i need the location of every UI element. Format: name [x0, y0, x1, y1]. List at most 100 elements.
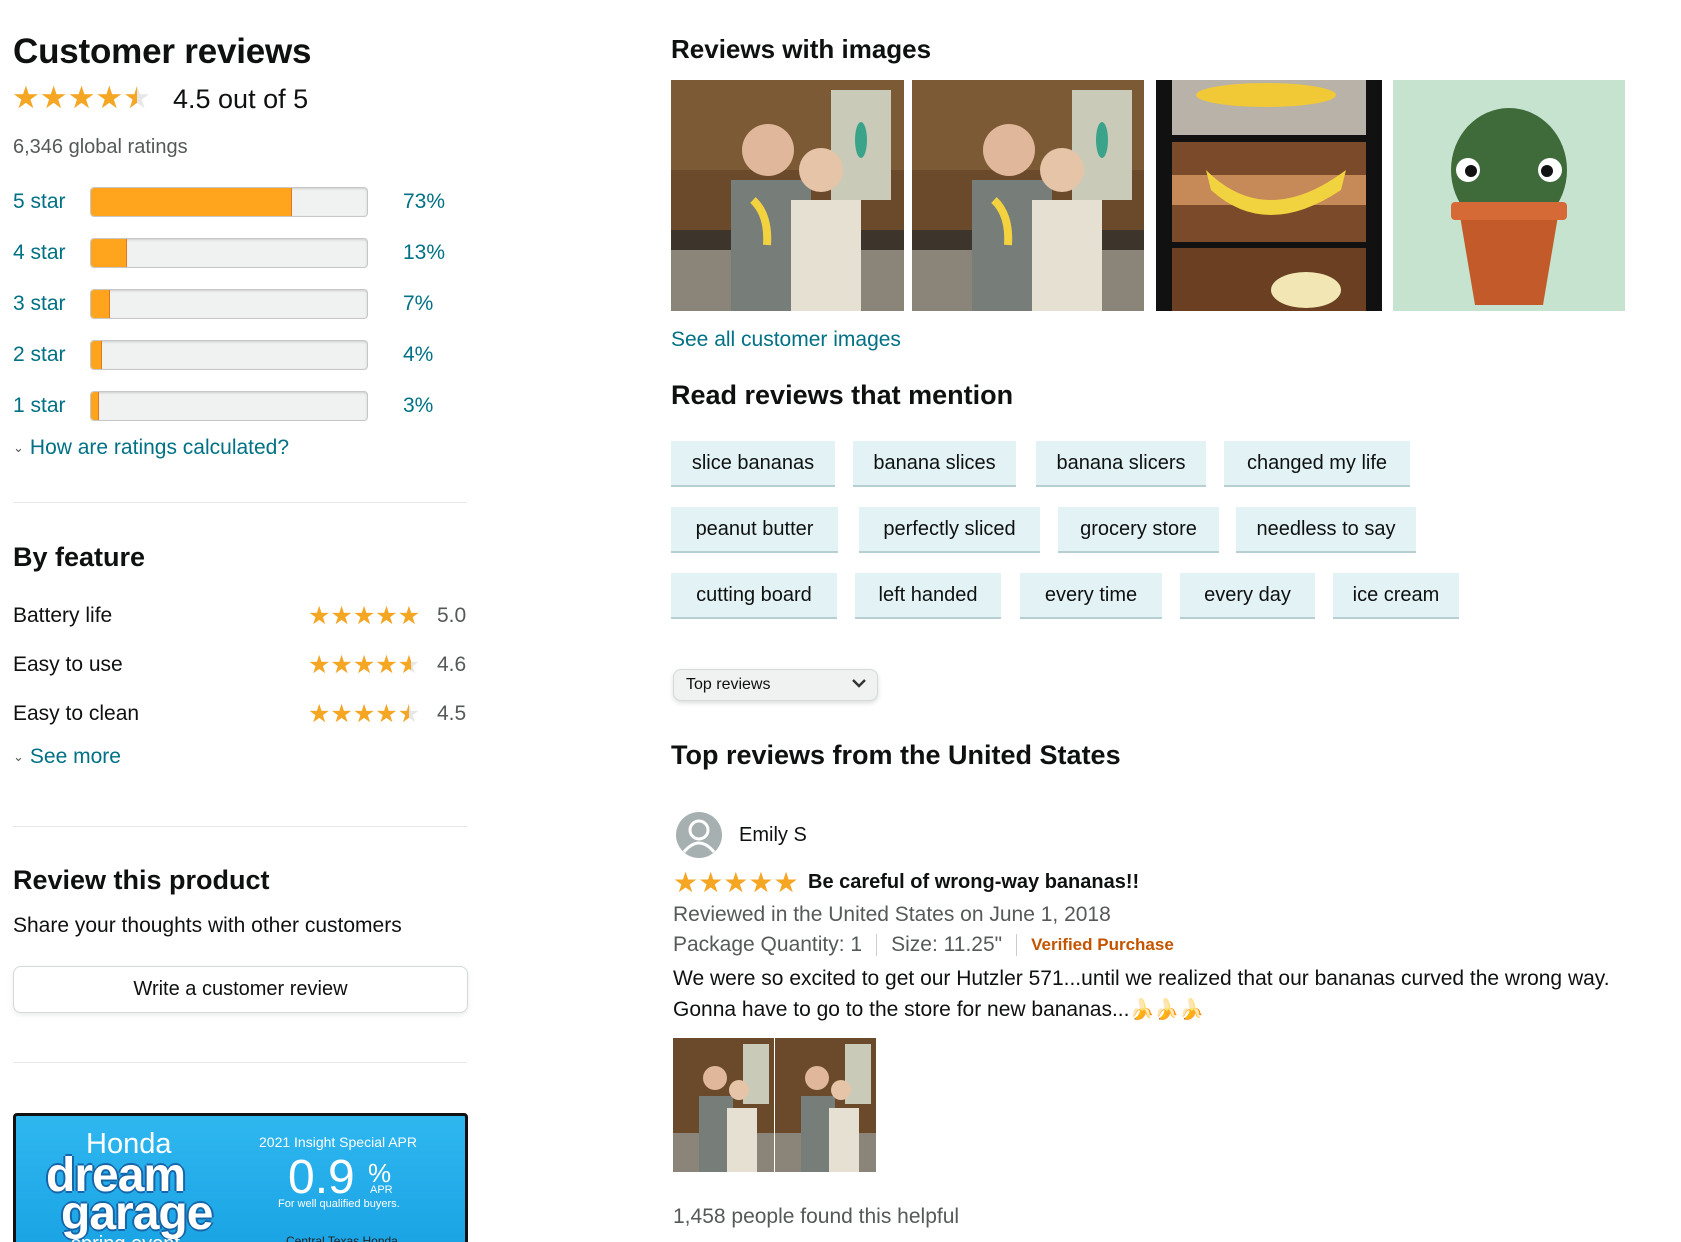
rating-bar-fill	[91, 239, 127, 267]
ad-fine-print: For well qualified buyers.	[278, 1198, 400, 1210]
star-icon: ★★	[308, 699, 331, 728]
star-icon: ★★	[397, 601, 421, 630]
mention-chip[interactable]: perfectly sliced	[859, 507, 1040, 553]
review-stars[interactable]: ★ ★ ★ ★ ★ ★ ★ ★ ★ ★	[673, 867, 799, 899]
mention-chip[interactable]: ice cream	[1333, 573, 1459, 619]
star-icon: ★★	[698, 867, 724, 898]
customer-image-2[interactable]	[912, 80, 1144, 311]
see-all-images-link[interactable]: See all customer images	[671, 328, 901, 352]
rating-bar	[90, 238, 368, 268]
chevron-down-icon: ⌄	[13, 440, 24, 455]
sort-selected-value: Top reviews	[686, 676, 771, 693]
rating-bar-fill	[91, 341, 103, 369]
size-variant[interactable]: Size: 11.25"	[891, 933, 1002, 957]
customer-reviews-title: Customer reviews	[13, 32, 312, 71]
mention-chip[interactable]: every day	[1180, 573, 1315, 619]
star-icon: ★★	[723, 867, 749, 898]
feature-rating-value: 4.5	[437, 702, 467, 725]
review-author[interactable]: Emily S	[739, 824, 807, 847]
star-icon: ★★	[95, 80, 124, 115]
user-avatar-icon	[682, 819, 716, 853]
verified-purchase-badge[interactable]: Verified Purchase	[1031, 935, 1174, 955]
meta-separator	[876, 934, 878, 956]
how-ratings-calculated-link[interactable]: ⌄ How are ratings calculated?	[13, 436, 289, 460]
customer-image-3[interactable]	[1156, 80, 1382, 311]
mention-chip[interactable]: grocery store	[1058, 507, 1219, 553]
rating-bar-fill	[91, 290, 111, 318]
feature-name: Battery life	[13, 604, 113, 627]
mention-chip[interactable]: banana slices	[853, 441, 1016, 487]
histogram-row[interactable]: 1 star 3%	[13, 391, 433, 421]
star-icon: ★★	[67, 80, 96, 115]
ad-dealer: Central Texas Honda	[286, 1234, 398, 1242]
star-icon: ★★	[330, 601, 353, 630]
review-body-line-2: Gonna have to go to the store for new ba…	[673, 997, 1204, 1022]
histogram-row[interactable]: 3 star 7%	[13, 289, 433, 319]
histogram-row[interactable]: 4 star 13%	[13, 238, 445, 268]
overall-rating-stars: ★★★★★★★★★★	[12, 80, 151, 116]
divider	[13, 502, 467, 503]
cactus-photo-icon	[1393, 80, 1625, 311]
histogram-row[interactable]: 2 star 4%	[13, 340, 433, 370]
star-icon: ★★	[39, 80, 68, 115]
mention-chip[interactable]: banana slicers	[1036, 441, 1206, 487]
rating-percent: 73%	[403, 190, 446, 213]
ad-offer-title: 2021 Insight Special APR	[259, 1134, 417, 1150]
feature-row: Easy to use ★ ★ ★ ★ ★ ★ ★ ★ ★ ★ 4.6	[13, 650, 467, 680]
customer-image-4[interactable]	[1393, 80, 1625, 311]
feature-stars: ★★★★★★★★★★	[308, 699, 421, 728]
feature-name: Easy to use	[13, 653, 123, 676]
mention-chip[interactable]: needless to say	[1236, 507, 1416, 553]
rating-bar	[90, 391, 368, 421]
feature-rating-value: 5.0	[437, 604, 467, 627]
write-review-button[interactable]: Write a customer review	[13, 966, 468, 1013]
review-body-text: Gonna have to go to the store for new ba…	[673, 998, 1130, 1021]
star-icon: ★★	[397, 699, 421, 728]
mention-chip[interactable]: cutting board	[671, 573, 837, 619]
reviews-with-images-title: Reviews with images	[671, 34, 932, 64]
rating-percent: 3%	[403, 394, 434, 417]
honda-ad-banner[interactable]: Honda dream garage spring event 2021 Ins…	[13, 1113, 468, 1242]
star-icon: ★★	[397, 650, 421, 679]
review-body-line-1: We were so excited to get our Hutzler 57…	[673, 967, 1610, 990]
review-image-1[interactable]	[673, 1038, 774, 1172]
mention-chip[interactable]: changed my life	[1224, 441, 1410, 487]
star-label: 3 star	[13, 292, 66, 315]
rating-bar	[90, 187, 368, 217]
package-quantity[interactable]: Package Quantity: 1	[673, 933, 862, 957]
couple-photo-icon	[775, 1038, 876, 1172]
histogram-row[interactable]: 5 star 73%	[13, 187, 445, 217]
review-headline[interactable]: Be careful of wrong-way bananas!!	[808, 871, 1139, 894]
mention-chip[interactable]: left handed	[855, 573, 1001, 619]
rating-bar	[90, 340, 368, 370]
mention-chip[interactable]: peanut butter	[671, 507, 838, 553]
review-date: Reviewed in the United States on June 1,…	[673, 903, 1111, 926]
ad-event: spring event	[71, 1233, 180, 1242]
mentions-title: Read reviews that mention	[671, 380, 1014, 410]
mention-chip[interactable]: every time	[1020, 573, 1162, 619]
divider	[13, 1062, 467, 1063]
banana-emoji-icon: 🍌🍌🍌	[1129, 999, 1205, 1021]
divider	[13, 826, 467, 827]
star-icon: ★★	[773, 867, 799, 898]
rating-percent: 7%	[403, 292, 434, 315]
rating-percent: 13%	[403, 241, 446, 264]
see-more-link[interactable]: ⌄ See more	[13, 745, 121, 769]
customer-image-1[interactable]	[671, 80, 904, 311]
review-product-title: Review this product	[13, 865, 270, 895]
review-product-subtitle: Share your thoughts with other customers	[13, 914, 402, 937]
star-icon: ★★	[352, 699, 376, 728]
star-label: 4 star	[13, 241, 66, 264]
star-label: 5 star	[13, 190, 66, 213]
review-image-2[interactable]	[775, 1038, 876, 1172]
mention-chip[interactable]: slice bananas	[671, 441, 835, 487]
star-icon: ★★	[375, 650, 398, 679]
chevron-down-icon: ⌄	[13, 749, 24, 764]
sort-dropdown[interactable]: Top reviews	[673, 669, 878, 701]
couple-photo-icon	[671, 80, 904, 311]
feature-name: Easy to clean	[13, 702, 140, 725]
ad-rate: 0.9	[288, 1151, 355, 1204]
rating-bar	[90, 289, 368, 319]
overall-rating-text: 4.5 out of 5	[173, 84, 309, 114]
feature-stars: ★★★★★★★★★★	[308, 601, 421, 630]
